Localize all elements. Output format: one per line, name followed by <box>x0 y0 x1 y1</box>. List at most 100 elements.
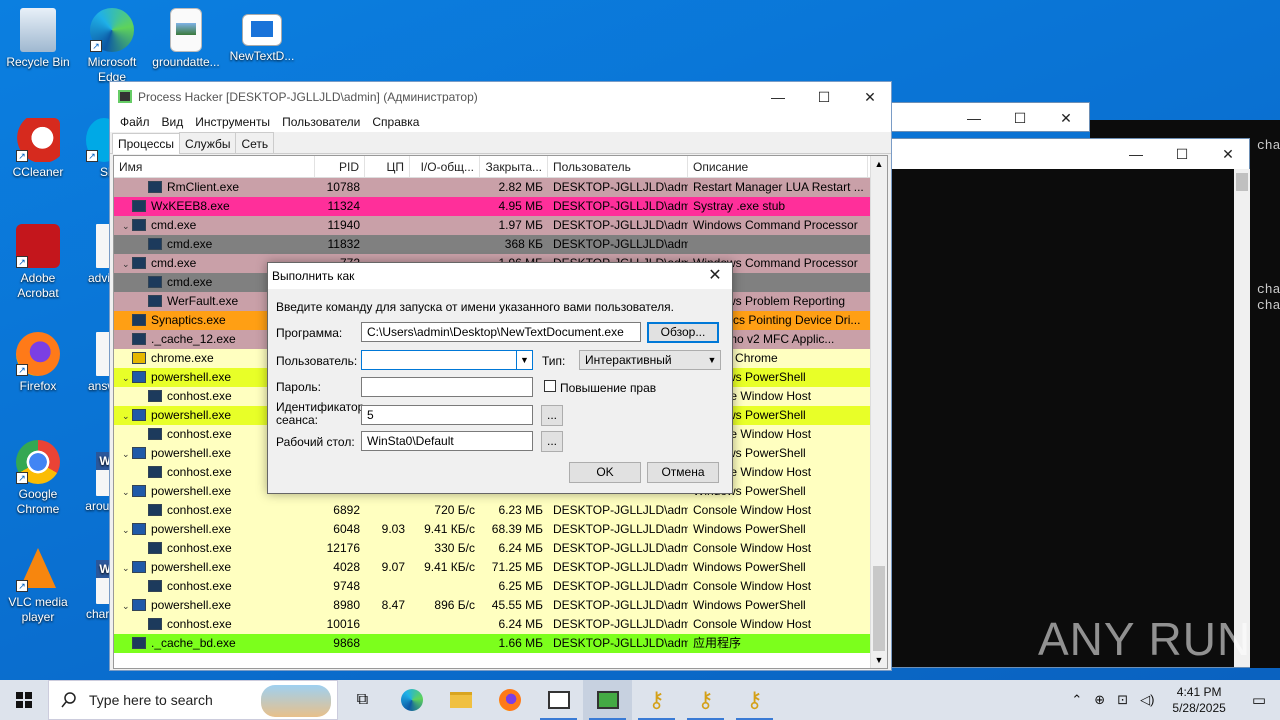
table-row[interactable]: ⌄ powershell.exe 6048 9.03 9.41 КБ/с 68.39 МБ… <box>114 520 887 539</box>
tab-services[interactable]: Службы <box>179 132 237 153</box>
maximize-icon[interactable]: ☐ <box>801 82 847 112</box>
elevate-checkbox[interactable] <box>544 380 556 392</box>
taskbar-key-app-1[interactable]: ⚷ <box>632 680 681 720</box>
task-view-button[interactable]: ⧉ <box>338 680 387 720</box>
scroll-up-icon[interactable]: ▲ <box>871 156 887 172</box>
table-row[interactable]: WxKEEB8.exe 11324 4.95 МБ DESKTOP-JGLLJLD\a… <box>114 197 887 216</box>
table-row[interactable]: conhost.exe 10016 6.24 МБ DESKTOP-JGLLJLD\a… <box>114 615 887 634</box>
chevron-down-icon[interactable]: ⌄ <box>122 521 132 539</box>
process-icon <box>148 428 162 440</box>
menu-view[interactable]: Вид <box>156 112 190 132</box>
taskbar-file-explorer[interactable] <box>436 680 485 720</box>
table-row[interactable]: ⌄ cmd.exe 11940 1.97 МБ DESKTOP-JGLLJLD\admi… <box>114 216 887 235</box>
desktop-icon-firefox[interactable]: ↗ Firefox <box>0 332 76 394</box>
chevron-down-icon[interactable]: ▼ <box>704 351 720 369</box>
session-ellipsis-button[interactable]: ... <box>541 405 563 426</box>
background-window-1[interactable]: — ☐ ✕ <box>890 102 1090 132</box>
minimize-icon[interactable]: — <box>1113 139 1159 169</box>
desktop-icon-newtextdocument[interactable]: NewTextD... <box>224 8 300 64</box>
cancel-button[interactable]: Отмена <box>647 462 719 483</box>
column-pid[interactable]: PID <box>315 156 365 177</box>
column-private-bytes[interactable]: Закрыта... <box>480 156 548 177</box>
program-input[interactable]: C:\Users\admin\Desktop\NewTextDocument.e… <box>361 322 641 342</box>
maximize-icon[interactable]: ☐ <box>997 103 1043 133</box>
type-select[interactable]: Интерактивный ▼ <box>579 350 721 370</box>
chevron-down-icon[interactable]: ⌄ <box>122 445 132 463</box>
menu-file[interactable]: Файл <box>114 112 156 132</box>
taskbar-firefox[interactable] <box>485 680 534 720</box>
table-row[interactable]: conhost.exe 9748 6.25 МБ DESKTOP-JGLLJLD\ad… <box>114 577 887 596</box>
taskbar-search[interactable]: Type here to search <box>48 680 338 720</box>
desktop-icon-label: Firefox <box>19 379 57 393</box>
desktop-input[interactable]: WinSta0\Default <box>361 431 533 451</box>
close-icon[interactable]: ✕ <box>847 82 893 112</box>
chevron-down-icon[interactable]: ⌄ <box>122 369 132 387</box>
taskbar-app-window[interactable] <box>534 680 583 720</box>
table-vertical-scrollbar[interactable]: ▲ ▼ <box>870 156 887 668</box>
table-row[interactable]: conhost.exe 12176 330 Б/с 6.24 МБ DESKTOP-JG… <box>114 539 887 558</box>
dialog-titlebar[interactable]: Выполнить как ✕ <box>268 263 732 289</box>
tab-processes[interactable]: Процессы <box>112 133 181 154</box>
column-user[interactable]: Пользователь <box>548 156 688 177</box>
taskbar-key-app-2[interactable]: ⚷ <box>681 680 730 720</box>
chevron-down-icon[interactable]: ⌄ <box>122 483 132 501</box>
table-row[interactable]: RmClient.exe 10788 2.82 МБ DESKTOP-JGLLJLD\… <box>114 178 887 197</box>
process-io: 720 Б/с <box>434 503 475 517</box>
desktop-ellipsis-button[interactable]: ... <box>541 431 563 452</box>
chevron-down-icon[interactable]: ⌄ <box>122 559 132 577</box>
session-input[interactable]: 5 <box>361 405 533 425</box>
column-cpu[interactable]: ЦП <box>365 156 410 177</box>
process-hacker-titlebar[interactable]: Process Hacker [DESKTOP-JGLLJLD\admin] (… <box>110 82 891 112</box>
desktop-icon-edge[interactable]: ↗ Microsoft Edge <box>74 8 150 85</box>
table-row[interactable]: ⌄ powershell.exe 4028 9.07 9.41 КБ/с 71.25 МБ… <box>114 558 887 577</box>
desktop-icon-adobe-acrobat[interactable]: ↗ Adobe Acrobat <box>0 224 76 301</box>
password-input[interactable] <box>361 377 533 397</box>
table-row[interactable]: cmd.exe 11832 368 КБ DESKTOP-JGLLJLD\admi <box>114 235 887 254</box>
run-as-dialog[interactable]: Выполнить как ✕ Введите команду для запу… <box>267 262 733 494</box>
taskbar-edge[interactable] <box>387 680 436 720</box>
minimize-icon[interactable]: — <box>951 103 997 133</box>
taskbar-key-app-3[interactable]: ⚷ <box>730 680 779 720</box>
column-name[interactable]: Имя <box>114 156 315 177</box>
tab-network[interactable]: Сеть <box>235 132 275 153</box>
table-row[interactable]: ._cache_bd.exe 9868 1.66 МБ DESKTOP-JGLLJLD… <box>114 634 887 653</box>
chevron-down-icon[interactable]: ▼ <box>516 351 532 369</box>
process-icon <box>132 200 146 212</box>
network-icon[interactable]: ⊡ <box>1111 692 1134 708</box>
console-scrollbar[interactable] <box>1234 169 1250 667</box>
desktop-icon-recycle-bin[interactable]: Recycle Bin <box>0 8 76 70</box>
scroll-thumb[interactable] <box>873 566 885 651</box>
table-row[interactable]: ⌄ powershell.exe 8980 8.47 896 Б/с 45.55 МБ DE… <box>114 596 887 615</box>
start-button[interactable] <box>0 680 48 720</box>
close-icon[interactable]: ✕ <box>704 266 726 286</box>
browse-button[interactable]: Обзор... <box>647 322 719 343</box>
taskbar-process-hacker[interactable] <box>583 680 632 720</box>
ok-button[interactable]: OK <box>569 462 641 483</box>
maximize-icon[interactable]: ☐ <box>1159 139 1205 169</box>
network-status-icon[interactable]: ⊕ <box>1088 692 1111 708</box>
minimize-icon[interactable]: — <box>755 82 801 112</box>
chevron-down-icon[interactable]: ⌄ <box>122 255 132 273</box>
column-io[interactable]: I/O-общ... <box>410 156 480 177</box>
chevron-up-icon[interactable]: ⌃ <box>1065 692 1088 708</box>
menu-users[interactable]: Пользователи <box>276 112 366 132</box>
desktop-icon-ccleaner[interactable]: ↗ CCleaner <box>0 118 76 180</box>
scroll-down-icon[interactable]: ▼ <box>871 652 887 668</box>
desktop-icon-vlc[interactable]: ↗ VLC media player <box>0 548 76 625</box>
menu-help[interactable]: Справка <box>366 112 425 132</box>
close-icon[interactable]: ✕ <box>1205 139 1251 169</box>
desktop-icon-google-chrome[interactable]: ↗ Google Chrome <box>0 440 76 517</box>
background-console-window[interactable]: — ☐ ✕ <box>890 138 1250 668</box>
chevron-down-icon[interactable]: ⌄ <box>122 217 132 235</box>
column-description[interactable]: Описание <box>688 156 868 177</box>
clock[interactable]: 4:41 PM 5/28/2025 <box>1160 684 1237 716</box>
table-row[interactable]: conhost.exe 6892 720 Б/с 6.23 МБ DESKTOP-JGL… <box>114 501 887 520</box>
chevron-down-icon[interactable]: ⌄ <box>122 597 132 615</box>
menu-tools[interactable]: Инструменты <box>189 112 276 132</box>
desktop-icon-groundatte[interactable]: groundatte... <box>148 8 224 70</box>
chevron-down-icon[interactable]: ⌄ <box>122 407 132 425</box>
notification-icon[interactable]: ▭ <box>1238 691 1280 709</box>
user-combobox[interactable]: ▼ <box>361 350 533 370</box>
volume-icon[interactable]: ◁) <box>1134 692 1160 708</box>
close-icon[interactable]: ✕ <box>1043 103 1089 133</box>
